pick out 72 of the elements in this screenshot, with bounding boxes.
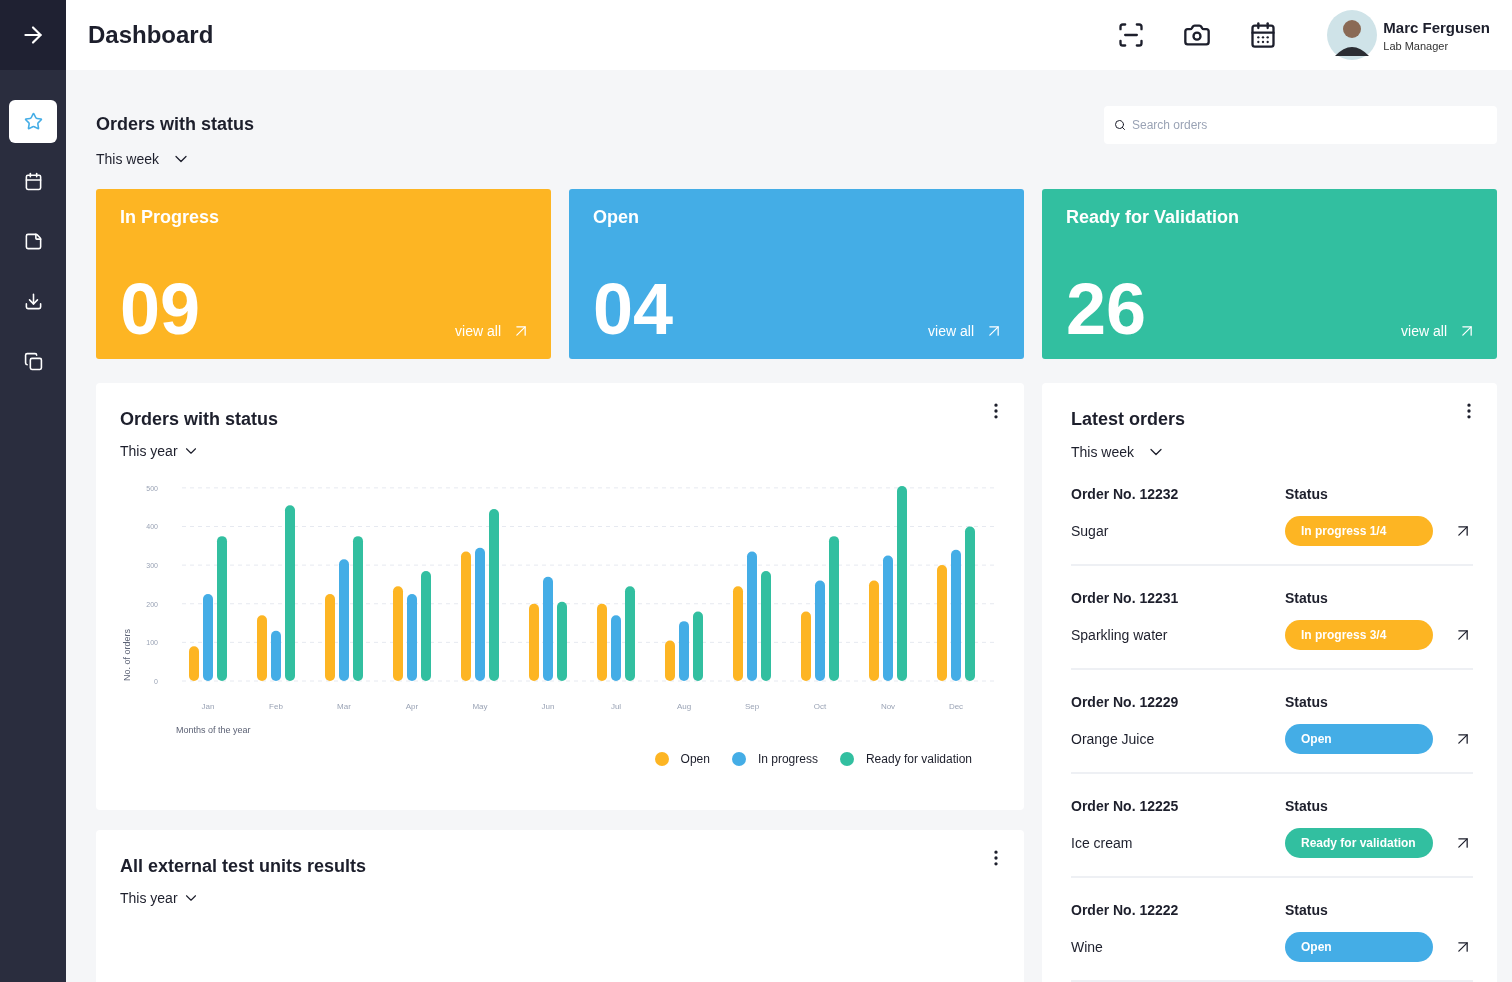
axis-title: Months of the year <box>176 725 251 735</box>
axis-tick: Jun <box>541 702 555 711</box>
chart-bar <box>271 630 281 681</box>
download-icon <box>23 292 43 311</box>
copy-icon <box>23 352 43 371</box>
chart-bar <box>257 615 267 681</box>
status-label: Status <box>1285 798 1329 814</box>
order-number: Order No. 12231 <box>1071 590 1180 606</box>
status-badge: Ready for validation <box>1285 828 1433 858</box>
note-icon <box>23 232 43 251</box>
star-icon <box>23 112 43 131</box>
card-title: Open <box>593 207 639 228</box>
product-name: Wine <box>1071 939 1104 955</box>
axis-title: No. of orders <box>122 628 132 681</box>
status-badge: In progress 1/4 <box>1285 516 1433 546</box>
product-name: Sugar <box>1071 523 1110 539</box>
chart-bar <box>679 621 689 681</box>
status-label: Status <box>1285 694 1329 710</box>
axis-tick: Nov <box>880 702 896 711</box>
status-badge: Open <box>1285 724 1433 754</box>
avatar <box>1327 10 1378 60</box>
card-title: Latest orders <box>1071 409 1187 430</box>
product-name: Ice cream <box>1071 835 1134 851</box>
search-icon <box>1114 119 1126 131</box>
page-title: Dashboard <box>88 21 215 49</box>
status-label: Status <box>1285 486 1329 502</box>
axis-tick: Sep <box>744 702 760 711</box>
axis-tick: Aug <box>676 702 692 711</box>
card-title: Orders with status <box>120 409 280 430</box>
period-dropdown[interactable]: This year <box>120 443 178 459</box>
chart-bar <box>611 615 621 681</box>
order-number: Order No. 12229 <box>1071 694 1180 710</box>
card-count: 04 <box>593 273 674 345</box>
axis-tick: May <box>472 702 488 711</box>
chart-bar <box>801 611 811 681</box>
chart-bar <box>693 611 703 681</box>
card-count: 26 <box>1066 273 1147 345</box>
status-label: Status <box>1285 590 1329 606</box>
period-dropdown[interactable]: This year <box>120 890 178 906</box>
card-count: 09 <box>120 273 201 345</box>
legend-label: Ready for validation <box>865 752 972 766</box>
status-badge: In progress 3/4 <box>1285 620 1433 650</box>
order-number: Order No. 12232 <box>1071 486 1180 502</box>
calendar-icon <box>23 172 43 191</box>
axis-tick: Feb <box>269 702 283 711</box>
axis-tick: Dec <box>948 702 964 711</box>
axis-tick: Oct <box>813 702 827 711</box>
calendar-icon[interactable] <box>1249 21 1278 49</box>
order-number: Order No. 12225 <box>1071 798 1180 814</box>
status-badge: Open <box>1285 932 1433 962</box>
axis-tick: Apr <box>405 702 419 711</box>
axis-tick: Mar <box>337 702 351 711</box>
section-title: Orders with status <box>96 114 255 135</box>
user-role: Lab Manager <box>1383 39 1450 52</box>
chart-bar <box>189 646 199 681</box>
card-title: Ready for Validation <box>1066 207 1240 228</box>
card-title: All external test units results <box>120 856 368 877</box>
legend-label: Open <box>680 752 710 766</box>
scan-icon[interactable] <box>1117 21 1146 49</box>
product-name: Orange Juice <box>1071 731 1156 747</box>
axis-tick: Jan <box>201 702 215 711</box>
chart-bar <box>665 640 675 681</box>
user-name: Marc Fergusen <box>1383 18 1490 36</box>
card-title: In Progress <box>120 207 220 228</box>
period-dropdown[interactable]: This week <box>96 151 160 167</box>
search-field[interactable]: Search orders <box>1104 106 1497 144</box>
status-label: Status <box>1285 902 1329 918</box>
period-dropdown[interactable]: This week <box>1071 444 1135 460</box>
order-number: Order No. 12222 <box>1071 902 1180 918</box>
axis-tick: Jul <box>610 702 622 711</box>
legend-label: In progress <box>757 752 818 766</box>
product-name: Sparkling water <box>1071 627 1169 643</box>
